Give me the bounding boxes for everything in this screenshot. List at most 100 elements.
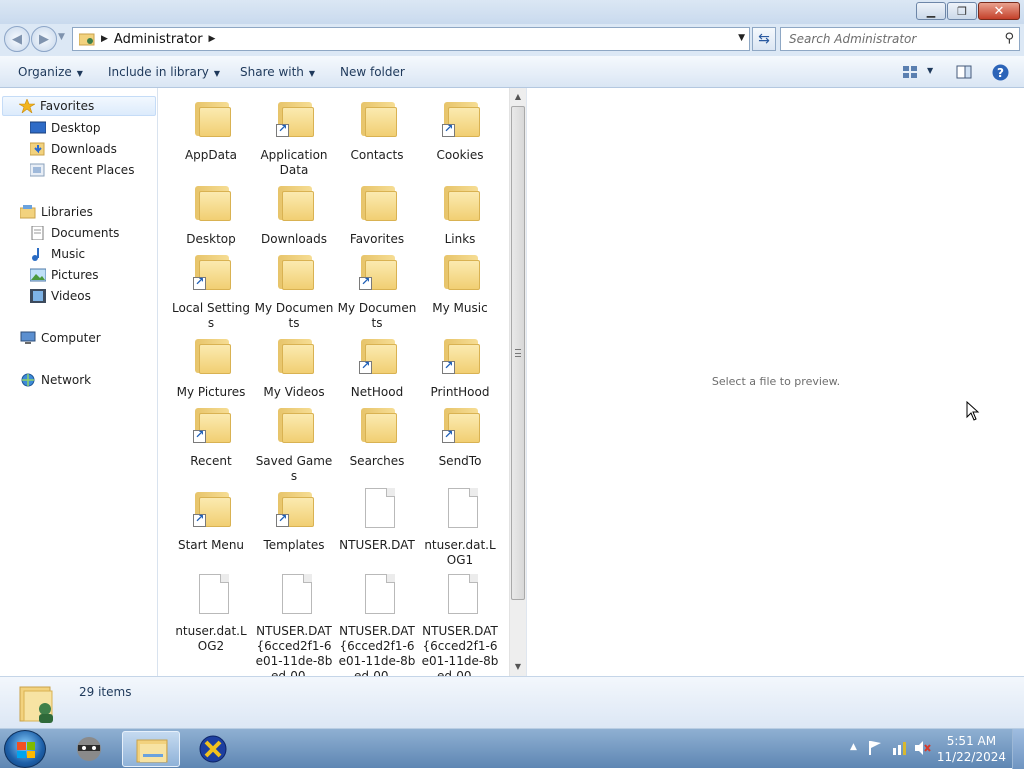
taskbar: ▲ 5:51 AM 11/22/2024 [0, 728, 1024, 769]
help-icon[interactable]: ? [992, 64, 1009, 84]
restore-icon: ❐ [957, 4, 967, 18]
show-desktop-button[interactable] [1012, 729, 1024, 769]
share-with-label: Share with [240, 65, 304, 79]
refresh-button[interactable]: ⇆ [752, 27, 776, 51]
nav-favorites[interactable]: Favorites [2, 96, 156, 116]
nav-music[interactable]: Music [30, 244, 85, 264]
folder-shortcut-icon [276, 96, 316, 140]
file-item-searches[interactable]: Searches [337, 398, 417, 482]
file-item-my-music[interactable]: My Music [420, 245, 500, 329]
folder-icon [442, 249, 482, 293]
file-item-templates[interactable]: Templates [254, 482, 334, 566]
file-item-application-data[interactable]: Application Data [254, 92, 334, 177]
forward-button[interactable]: ▶ [31, 26, 57, 52]
nav-desktop-label: Desktop [51, 121, 101, 135]
file-item-label: Contacts [350, 148, 404, 162]
file-item-my-documents[interactable]: My Documents [337, 245, 417, 330]
file-item-ntuser-dat-6cced2f1-6e01-11de-8bed-00[interactable]: NTUSER.DAT{6cced2f1-6e01-11de-8bed-00... [254, 568, 334, 676]
scrollbar-thumb[interactable] [511, 106, 525, 600]
nav-network[interactable]: Network [20, 370, 91, 390]
chevron-down-icon: ▼ [76, 69, 83, 78]
taskbar-explorer-app[interactable] [122, 731, 180, 767]
x-app-icon [199, 735, 227, 763]
nav-recent-places[interactable]: Recent Places [29, 160, 134, 180]
clock-date: 11/22/2024 [936, 750, 1006, 764]
include-in-library-button[interactable]: Include in library ▼ [108, 65, 220, 79]
address-row: ◀ ▶ ▼ ▶ Administrator ▶ ▼ ⇆ ⚲ [0, 24, 1024, 56]
minimize-button[interactable]: ▁ [916, 2, 946, 20]
navigation-pane: Favorites Desktop Downloads Recent Place… [0, 88, 158, 676]
file-item-saved-games[interactable]: Saved Games [254, 398, 334, 483]
file-item-ntuser-dat-6cced2f1-6e01-11de-8bed-00[interactable]: NTUSER.DAT{6cced2f1-6e01-11de-8bed-00... [420, 568, 500, 676]
nav-favorites-label: Favorites [40, 99, 95, 113]
file-item-cookies[interactable]: Cookies [420, 92, 500, 176]
close-button[interactable]: ✕ [978, 2, 1020, 20]
file-item-local-settings[interactable]: Local Settings [171, 245, 251, 330]
clock-time: 5:51 AM [946, 734, 997, 748]
desktop-icon [29, 121, 47, 135]
address-dropdown-icon[interactable]: ▼ [738, 33, 745, 43]
nav-desktop[interactable]: Desktop [29, 118, 101, 138]
scroll-up-icon[interactable]: ▲ [510, 88, 526, 104]
nav-computer[interactable]: Computer [20, 328, 101, 348]
clock[interactable]: 5:51 AM 11/22/2024 [937, 733, 1006, 765]
file-item-ntuser-dat[interactable]: NTUSER.DAT [337, 482, 417, 566]
nav-videos[interactable]: Videos [30, 286, 91, 306]
nav-libraries[interactable]: Libraries [19, 202, 93, 222]
taskbar-x-app[interactable] [184, 731, 242, 767]
documents-icon [30, 225, 46, 241]
file-item-appdata[interactable]: AppData [171, 92, 251, 176]
command-bar: Organize ▼ Include in library ▼ Share with… [0, 56, 1024, 88]
windows-logo-icon [17, 742, 35, 758]
action-center-flag-icon[interactable] [868, 740, 882, 759]
view-dropdown-icon[interactable]: ▼ [927, 66, 933, 75]
share-with-button[interactable]: Share with ▼ [240, 65, 315, 79]
file-item-ntuser-dat-log1[interactable]: ntuser.dat.LOG1 [420, 482, 500, 567]
preview-pane-icon[interactable] [956, 64, 972, 83]
file-item-ntuser-dat-log2[interactable]: ntuser.dat.LOG2 [171, 568, 251, 653]
nav-downloads-label: Downloads [51, 142, 117, 156]
nav-downloads[interactable]: Downloads [29, 139, 117, 159]
file-item-label: Recent [190, 454, 232, 468]
restore-button[interactable]: ❐ [947, 2, 977, 20]
taskbar-raccoon-app[interactable] [60, 731, 118, 767]
breadcrumb-separator-icon[interactable]: ▶ [209, 34, 216, 44]
recent-pages-dropdown[interactable]: ▼ [58, 32, 65, 42]
start-button[interactable] [4, 730, 46, 768]
music-icon [30, 247, 46, 261]
file-item-ntuser-dat-6cced2f1-6e01-11de-8bed-00[interactable]: NTUSER.DAT{6cced2f1-6e01-11de-8bed-00... [337, 568, 417, 676]
volume-muted-icon[interactable] [914, 740, 932, 759]
new-folder-button[interactable]: New folder [340, 65, 405, 79]
nav-documents[interactable]: Documents [30, 223, 119, 243]
file-item-start-menu[interactable]: Start Menu [171, 482, 251, 566]
file-item-sendto[interactable]: SendTo [420, 398, 500, 482]
search-input[interactable] [787, 31, 997, 47]
back-button[interactable]: ◀ [4, 26, 30, 52]
change-view-icon[interactable] [902, 64, 918, 83]
address-bar[interactable]: ▶ Administrator ▶ ▼ [72, 27, 750, 51]
search-box[interactable]: ⚲ [780, 27, 1020, 51]
nav-pictures[interactable]: Pictures [29, 265, 99, 285]
file-icon [359, 486, 399, 530]
include-in-library-label: Include in library [108, 65, 209, 79]
file-item-recent[interactable]: Recent [171, 398, 251, 482]
show-hidden-icons-icon[interactable]: ▲ [850, 742, 857, 752]
minimize-icon: ▁ [926, 4, 936, 18]
item-count: 29 items [79, 685, 132, 699]
breadcrumb-separator-icon[interactable]: ▶ [101, 34, 108, 44]
file-item-label: Start Menu [177, 538, 245, 552]
file-item-contacts[interactable]: Contacts [337, 92, 417, 176]
file-item-label: NTUSER.DAT [339, 538, 415, 552]
recent-places-icon [29, 163, 46, 177]
breadcrumb-administrator[interactable]: Administrator [114, 32, 203, 47]
network-tray-icon[interactable] [892, 740, 908, 759]
file-item-label: SendTo [438, 454, 482, 468]
file-item-label: My Documents [337, 301, 417, 330]
star-icon [17, 98, 37, 114]
search-icon[interactable]: ⚲ [1004, 31, 1014, 46]
file-item-my-documents[interactable]: My Documents [254, 245, 334, 330]
nav-network-label: Network [41, 373, 92, 387]
vertical-scrollbar[interactable]: ▲ ▼ [509, 88, 526, 676]
scroll-down-icon[interactable]: ▼ [510, 658, 526, 674]
organize-button[interactable]: Organize ▼ [18, 65, 83, 79]
